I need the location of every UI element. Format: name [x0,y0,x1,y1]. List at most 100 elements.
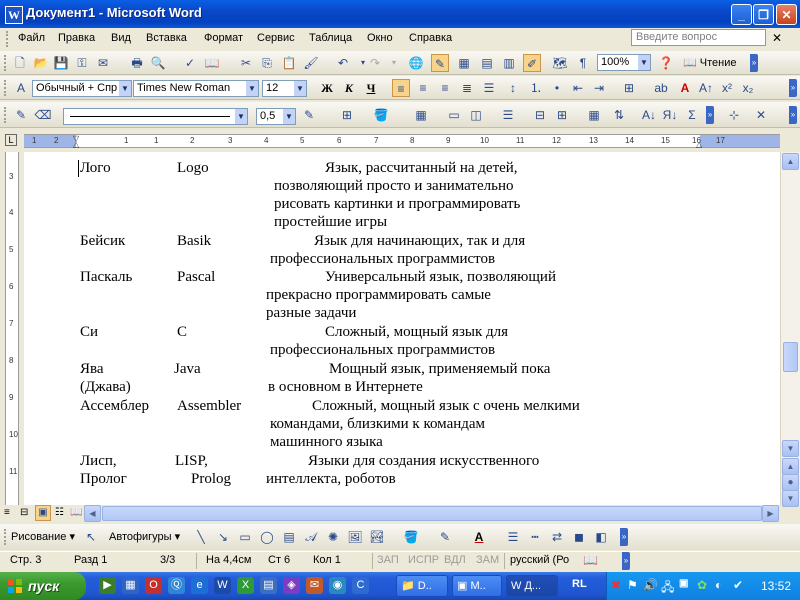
quicklaunch-media-icon[interactable]: ▶ [99,577,116,594]
close-button[interactable]: ✕ [776,4,797,25]
toolbar-grip[interactable] [4,529,9,545]
chevron-down-icon[interactable]: ▼ [235,109,247,124]
close-doc-icon[interactable]: ✕ [772,31,782,45]
autoshapes-menu[interactable]: Автофигуры ▾ [109,530,180,543]
scroll-right-icon[interactable]: ▶ [762,505,779,522]
scroll-left-icon[interactable]: ◀ [84,505,101,522]
3d-style-icon[interactable]: ◧ [592,528,610,546]
open-icon[interactable]: 📂 [32,54,50,72]
distribute-rows-icon[interactable]: ⊟ [531,106,549,124]
spelling-icon[interactable]: ✓ [181,54,199,72]
tab-selector-icon[interactable]: L [5,134,17,146]
scroll-thumb[interactable] [783,342,798,372]
grow-font-icon[interactable]: A↑ [697,79,715,97]
tables-borders-icon[interactable]: ✎ [431,54,449,72]
outside-border-icon[interactable]: ⊞ [338,106,356,124]
menu-tools[interactable]: Сервис [257,32,295,44]
taskbar-app-ppt[interactable]: ▣ M.. [452,575,502,597]
italic-icon[interactable]: К [340,79,358,97]
font-select[interactable]: Times New Roman ▼ [133,80,259,97]
arrow-style-icon[interactable]: ⇄ [548,528,566,546]
toolbar-options-icon[interactable]: » [789,106,797,124]
align-cell-icon[interactable]: ☰ [499,106,517,124]
eraser-icon[interactable]: ⌫ [34,106,52,124]
clipart-icon[interactable]: 🖼 [346,528,364,546]
sort-ascending-icon[interactable]: A↓ [640,106,658,124]
cut-icon[interactable]: ✂ [237,54,255,72]
tray-antivirus-icon[interactable]: ✖ [611,578,621,592]
oval-icon[interactable]: ◯ [258,528,276,546]
hyperlink-icon[interactable]: 🌐 [407,54,425,72]
split-cells-icon[interactable]: ◫ [467,106,485,124]
quicklaunch-app-icon[interactable]: ◈ [283,577,300,594]
quicklaunch-qip-icon[interactable]: Ⓠ [168,577,185,594]
align-center-icon[interactable]: ≡ [414,79,432,97]
distribute-columns-icon[interactable]: ⊞ [553,106,571,124]
font-size-select[interactable]: 12 ▼ [262,80,307,97]
scroll-up-icon[interactable]: ▲ [782,153,799,170]
tray-network-icon[interactable]: 🖧 [661,578,674,599]
document-map-icon[interactable]: 🗺 [551,54,569,72]
menu-edit[interactable]: Правка [58,32,95,44]
browse-object-icon[interactable]: ● [782,474,799,491]
pin-icon[interactable]: ⊹ [725,106,743,124]
paste-icon[interactable]: 📋 [280,54,298,72]
title-bar[interactable]: W Документ1 - Microsoft Word _ ❐ ✕ [0,0,800,28]
superscript-icon[interactable]: x² [718,79,736,97]
font-color-icon[interactable]: A [676,79,694,97]
email-icon[interactable]: ✉ [94,54,112,72]
subscript-icon[interactable]: x₂ [739,79,757,97]
normal-view-icon[interactable]: ≡ [4,507,10,518]
permission-icon[interactable]: ⚿ [73,54,91,72]
toolbar-options-icon[interactable]: » [620,528,628,546]
numbering-icon[interactable]: ⒈ [527,79,545,97]
status-trk[interactable]: ИСПР [408,554,439,566]
line-color-icon[interactable]: ✎ [436,528,454,546]
redo-dropdown-icon[interactable]: ▾ [385,54,403,72]
picture-icon[interactable]: 🏞 [368,528,386,546]
draw-table-icon[interactable]: ✎ [12,106,30,124]
text-box-icon[interactable]: ▤ [280,528,298,546]
quicklaunch-excel-icon[interactable]: X [237,577,254,594]
increase-indent-icon[interactable]: ⇥ [590,79,608,97]
diagram-icon[interactable]: ✺ [324,528,342,546]
status-rec[interactable]: ЗАП [377,554,399,566]
print-icon[interactable]: 🖶 [128,54,146,72]
zoom-select[interactable]: 100% ▼ [597,54,651,71]
tray-icq-icon[interactable]: ✿ [697,578,707,592]
maximize-button[interactable]: ❐ [753,4,774,25]
help-icon[interactable]: ❓ [657,54,675,72]
text-direction-icon[interactable]: ⇅ [610,106,628,124]
format-painter-icon[interactable]: 🖌 [302,54,320,72]
styles-pane-icon[interactable]: A [12,79,30,97]
bullets-icon[interactable]: • [548,79,566,97]
copy-icon[interactable]: ⎘ [258,54,276,72]
vertical-ruler-bar[interactable]: 3 4 5 6 7 8 9 10 11 [5,152,19,505]
language-indicator[interactable]: RL [572,578,587,590]
menu-help[interactable]: Справка [409,32,452,44]
quicklaunch-desktop-icon[interactable]: ▦ [122,577,139,594]
shading-color-icon[interactable]: 🪣 [372,106,390,124]
border-icon[interactable]: ⊞ [620,79,638,97]
print-preview-icon[interactable]: 🔍 [149,54,167,72]
undo-icon[interactable]: ↶ [334,54,352,72]
chevron-down-icon[interactable]: ▼ [638,55,650,70]
arrow-icon[interactable]: ↘ [214,528,232,546]
drawing-icon[interactable]: ✐ [523,54,541,72]
decrease-indent-icon[interactable]: ⇤ [569,79,587,97]
quicklaunch-opera-icon[interactable]: O [145,577,162,594]
toolbar-grip[interactable] [4,107,9,123]
menu-table[interactable]: Таблица [309,32,352,44]
right-indent-marker[interactable]: △ [696,140,702,149]
minimize-button[interactable]: _ [731,4,752,25]
dash-style-icon[interactable]: ┅ [526,528,544,546]
sort-descending-icon[interactable]: Я↓ [661,106,679,124]
shadow-icon[interactable]: ◼ [570,528,588,546]
merge-cells-icon[interactable]: ▭ [445,106,463,124]
statusbar-options-icon[interactable]: » [622,552,630,570]
line-icon[interactable]: ╲ [192,528,210,546]
print-layout-icon[interactable]: ▣ [35,505,51,521]
tray-flag-icon[interactable]: ⚑ [627,578,638,592]
tray-check-icon[interactable]: ✔ [733,578,743,592]
horizontal-scrollbar[interactable]: ≡ ⊟ ▣ ☷ 📖 ◀ ▶ [0,505,780,522]
